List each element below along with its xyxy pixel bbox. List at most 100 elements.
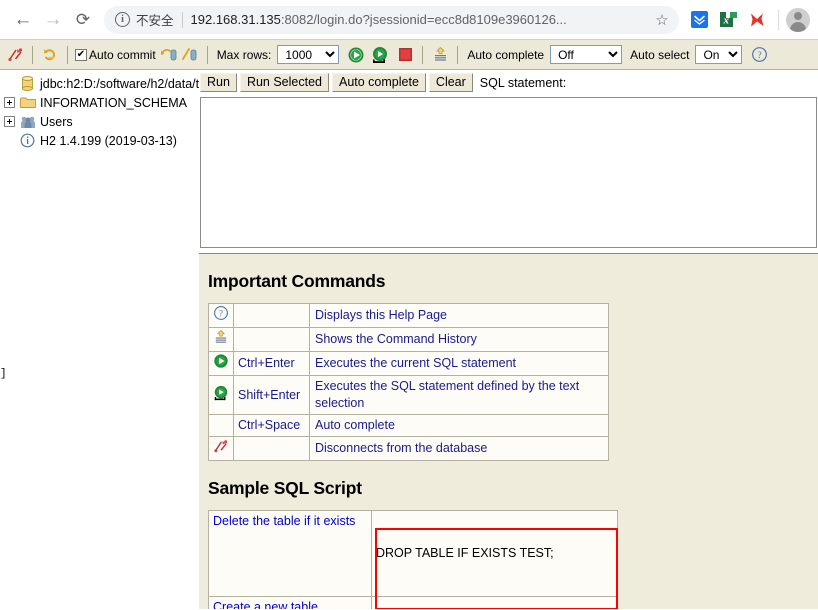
- toolbar-separator: [206, 45, 208, 64]
- auto-complete-label: Auto complete: [467, 47, 545, 62]
- idm-extension-icon[interactable]: [686, 7, 712, 33]
- profile-avatar[interactable]: [786, 7, 810, 32]
- tree-item-label: INFORMATION_SCHEMA: [40, 95, 187, 110]
- users-icon: [19, 114, 36, 130]
- auto-select-select[interactable]: OnOff: [695, 45, 743, 64]
- cell-icon: [208, 414, 234, 437]
- toolbar-separator: [32, 45, 33, 64]
- cell-icon: [208, 351, 234, 376]
- cell-description: Displays this Help Page: [309, 303, 609, 328]
- cell-description: Delete the table if it exists: [208, 510, 372, 597]
- url-host: 192.168.31.135: [190, 12, 281, 27]
- cell-description: Executes the current SQL statement: [309, 351, 609, 376]
- cell-icon: ?: [208, 303, 234, 328]
- forward-arrow-icon[interactable]: →: [38, 5, 68, 35]
- toolbar-separator: [457, 45, 459, 64]
- main-area: jdbc:h2:D:/software/h2/data/test INFORMA…: [0, 70, 818, 609]
- database-icon: [19, 76, 36, 92]
- back-arrow-icon[interactable]: ←: [8, 5, 38, 35]
- url-text: 192.168.31.135:8082/login.do?jsessionid=…: [191, 12, 649, 27]
- tree-expander-icon[interactable]: [4, 116, 15, 127]
- table-row: Delete the table if it exists DROP TABLE…: [208, 510, 618, 597]
- table-row: Ctrl+Space Auto complete: [208, 414, 609, 437]
- auto-commit-label: Auto commit: [89, 47, 156, 62]
- cell-description: Create a new table with ID and NAME colu…: [208, 596, 372, 609]
- kingsoft-extension-icon[interactable]: [744, 7, 770, 33]
- bookmark-star-icon[interactable]: ☆: [649, 7, 675, 33]
- toolbar-separator: [67, 45, 68, 64]
- tree-item-connection[interactable]: jdbc:h2:D:/software/h2/data/test: [0, 74, 199, 93]
- run-selected-button[interactable]: Run Selected: [239, 73, 329, 92]
- tree-expander-icon[interactable]: [4, 97, 15, 108]
- svg-text:?: ?: [219, 308, 223, 318]
- sql-statement-textarea[interactable]: [200, 97, 817, 248]
- sample-desc-link[interactable]: Create a new table: [213, 599, 367, 609]
- run-icon[interactable]: [346, 45, 366, 65]
- tree-item-label: jdbc:h2:D:/software/h2/data/test: [40, 76, 199, 91]
- table-row: Shift+Enter Executes the SQL statement d…: [208, 375, 609, 415]
- cell-shortcut: Shift+Enter: [233, 375, 310, 415]
- help-panel: Important Commands ? Displays this Help …: [199, 253, 818, 609]
- table-row: Shows the Command History: [208, 327, 609, 352]
- cell-icon: [208, 327, 234, 352]
- run-selected-icon[interactable]: [370, 45, 390, 65]
- sql-command-bar: Run Run Selected Auto complete Clear SQL…: [199, 70, 818, 92]
- reload-icon[interactable]: ⟳: [68, 5, 98, 35]
- table-row: ? Displays this Help Page: [208, 303, 609, 328]
- folder-icon: [19, 95, 36, 111]
- svg-text:x: x: [722, 15, 729, 27]
- command-history-icon[interactable]: [430, 45, 450, 65]
- sample-sql-line: DROP TABLE IF EXISTS TEST;: [376, 546, 554, 560]
- tree-item-label: H2 1.4.199 (2019-03-13): [40, 133, 177, 148]
- important-commands-title: Important Commands: [208, 271, 386, 291]
- auto-commit-checkmark[interactable]: ✔: [75, 48, 87, 61]
- address-bar[interactable]: i 不安全 192.168.31.135:8082/login.do?jsess…: [104, 5, 679, 34]
- cell-icon: [208, 436, 234, 461]
- excel-extension-icon[interactable]: x: [715, 7, 741, 33]
- tree-item-users[interactable]: Users: [0, 112, 199, 131]
- sample-sql-script-title: Sample SQL Script: [208, 478, 362, 498]
- toolbar-divider: [778, 9, 779, 30]
- sql-statement-label: SQL statement:: [479, 75, 567, 90]
- database-tree-pane: jdbc:h2:D:/software/h2/data/test INFORMA…: [0, 70, 199, 609]
- rollback-icon[interactable]: [160, 45, 180, 65]
- cell-description: Executes the SQL statement defined by th…: [309, 375, 609, 415]
- cell-description: Auto complete: [309, 414, 609, 437]
- cell-shortcut: Ctrl+Enter: [233, 351, 310, 376]
- url-path: :8082/login.do?jsessionid=ecc8d8109e3960…: [280, 12, 567, 27]
- site-info-icon[interactable]: i: [115, 12, 130, 27]
- clear-button[interactable]: Clear: [428, 73, 473, 92]
- tree-item-version[interactable]: H2 1.4.199 (2019-03-13): [0, 131, 199, 150]
- toolbar-separator: [422, 45, 424, 64]
- important-commands-table: ? Displays this Help Page Shows the Comm…: [208, 303, 609, 461]
- auto-complete-button[interactable]: Auto complete: [332, 73, 426, 92]
- tree-item-information-schema[interactable]: INFORMATION_SCHEMA: [0, 93, 199, 112]
- refresh-icon[interactable]: [40, 45, 60, 65]
- tree-item-label: Users: [40, 114, 73, 129]
- auto-complete-select[interactable]: OffNormalFull: [550, 45, 623, 64]
- max-rows-select[interactable]: 102050100200500100010000: [277, 45, 340, 64]
- sample-script-wrapper: Delete the table if it exists DROP TABLE…: [208, 510, 809, 609]
- cell-shortcut: [233, 436, 310, 461]
- svg-text:?: ?: [757, 51, 761, 61]
- cell-shortcut: [233, 303, 310, 328]
- cell-sql: DROP TABLE IF EXISTS TEST;: [371, 510, 618, 597]
- cell-description: Disconnects from the database: [309, 436, 609, 461]
- auto-commit-checkbox[interactable]: ✔ Auto commit: [75, 48, 160, 62]
- text-cursor-marker: ]: [0, 368, 7, 380]
- cell-description: Shows the Command History: [309, 327, 609, 352]
- commit-icon[interactable]: [180, 45, 200, 65]
- disconnect-icon[interactable]: [5, 45, 25, 65]
- stop-icon[interactable]: [395, 45, 415, 65]
- cell-sql: CREATE TABLE TEST(ID INT PRIMARY KEY, NA…: [371, 596, 618, 609]
- sql-pane: Run Run Selected Auto complete Clear SQL…: [199, 70, 818, 609]
- sample-desc-link[interactable]: Delete the table if it exists: [213, 513, 367, 529]
- max-rows-label: Max rows:: [216, 47, 272, 62]
- info-icon: [19, 133, 36, 149]
- cell-icon: [208, 375, 234, 415]
- run-button[interactable]: Run: [200, 73, 237, 92]
- sample-sql-script-table: Delete the table if it exists DROP TABLE…: [208, 510, 618, 609]
- omnibox-divider: [181, 11, 183, 28]
- auto-select-label: Auto select: [630, 47, 690, 62]
- help-icon[interactable]: ?: [749, 45, 769, 65]
